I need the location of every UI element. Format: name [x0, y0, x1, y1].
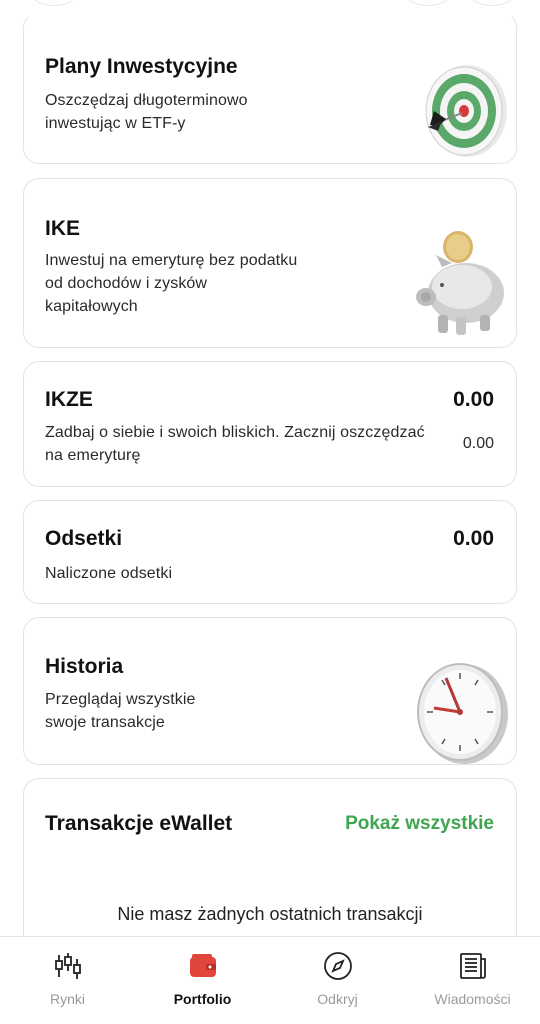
- card-description-line-2: swoje transakcje: [45, 714, 165, 731]
- card-description-line-1: Zadbaj o siebie i swoich bliskich. Zaczn…: [45, 424, 425, 441]
- tab-discover[interactable]: Odkryj: [270, 937, 405, 1024]
- top-button-left: [32, 0, 76, 6]
- card-description: Naliczone odsetki: [45, 565, 173, 582]
- card-title: IKZE: [45, 388, 93, 411]
- tab-label: Odkryj: [317, 991, 358, 1007]
- top-button-right-1: [406, 0, 450, 6]
- card-subvalue: 0.00: [462, 435, 494, 452]
- tab-label: Portfolio: [173, 991, 232, 1007]
- card-title: Transakcje eWallet: [45, 812, 233, 835]
- card-value: 0.00: [453, 388, 494, 411]
- ikze-card[interactable]: IKZE 0.00 Zadbaj o siebie i swoich blisk…: [23, 361, 517, 487]
- tab-news[interactable]: Wiadomości: [405, 937, 540, 1024]
- history-card[interactable]: Historia Przeglądaj wszystkie swoje tran…: [23, 617, 517, 765]
- card-description-line-2: inwestując w ETF-y: [45, 115, 186, 132]
- tab-portfolio[interactable]: Portfolio: [135, 937, 270, 1024]
- card-description-line-1: Oszczędzaj długoterminowo: [45, 92, 248, 109]
- card-title: Historia: [45, 655, 124, 678]
- card-description-line-2: od dochodów i zysków: [45, 275, 208, 292]
- ike-card[interactable]: IKE Inwestuj na emeryturę bez podatku od…: [23, 178, 517, 348]
- investment-plans-card[interactable]: Plany Inwestycyjne Oszczędzaj długotermi…: [23, 12, 517, 164]
- tab-label: Rynki: [49, 991, 85, 1007]
- card-title: Odsetki: [45, 527, 123, 550]
- card-value: 0.00: [453, 527, 494, 550]
- show-all-link[interactable]: Pokaż wszystkie: [345, 813, 494, 835]
- card-description-line-2: na emeryturę: [45, 447, 141, 464]
- wallet-icon: [186, 949, 220, 983]
- newspaper-icon: [456, 949, 490, 983]
- card-description-line-3: kapitałowych: [45, 298, 138, 315]
- tab-label: Wiadomości: [434, 991, 511, 1007]
- compass-icon: [321, 949, 355, 983]
- interest-card[interactable]: Odsetki 0.00 Naliczone odsetki: [23, 500, 517, 604]
- card-description-line-1: Inwestuj na emeryturę bez podatku: [45, 252, 298, 269]
- card-title: Plany Inwestycyjne: [45, 55, 238, 78]
- bottom-tab-bar: Rynki Portfolio Odkryj Wiadomości: [0, 936, 540, 1024]
- top-button-right-2: [470, 0, 514, 6]
- piggy-bank-icon: [416, 231, 504, 335]
- target-icon: [425, 65, 507, 157]
- card-title: IKE: [45, 217, 81, 240]
- card-description-line-1: Przeglądaj wszystkie: [45, 691, 196, 708]
- candlestick-icon: [51, 949, 85, 983]
- tab-markets[interactable]: Rynki: [0, 937, 135, 1024]
- clock-icon: [417, 663, 508, 764]
- empty-state-text: Nie masz żadnych ostatnich transakcji: [117, 904, 423, 924]
